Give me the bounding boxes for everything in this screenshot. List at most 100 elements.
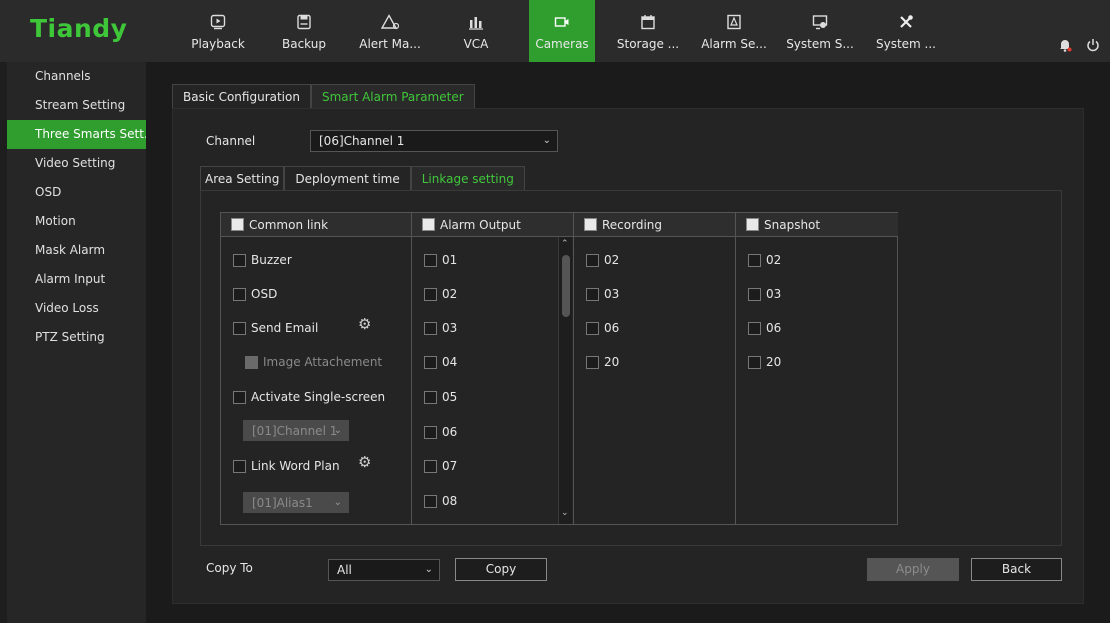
word-plan-label: Link Word Plan [251,459,340,473]
snapshot-checkbox[interactable] [748,287,761,301]
channel-select[interactable]: [06]Channel 1 ⌄ [310,130,558,152]
column-alarm-output: Alarm Output 01 02 03 04 05 06 07 08 ⌃ ⌄ [412,213,574,524]
single-screen-checkbox[interactable] [233,390,246,404]
sidebar-item-osd[interactable]: OSD [7,178,146,207]
snapshot-item: 06 [748,320,781,336]
send-email-checkbox[interactable] [233,321,246,335]
nav-alert-management[interactable]: Alert Ma... [347,0,433,62]
alarm-output-checkbox[interactable] [424,355,437,369]
select-all-alarm-output-checkbox[interactable] [422,218,435,231]
nav-playback[interactable]: Playback [175,0,261,62]
nav-alarm-settings[interactable]: Alarm Se... [691,0,777,62]
nav-system-settings[interactable]: System S... [777,0,863,62]
logo: Tiandy [30,14,128,43]
sidebar: Channels Stream Setting Three Smarts Set… [7,62,146,623]
sidebar-item-motion[interactable]: Motion [7,207,146,236]
chevron-up-icon[interactable]: ⌃ [561,239,569,249]
alarm-output-scrollbar[interactable]: ⌃ ⌄ [558,237,572,524]
recording-checkbox[interactable] [586,321,599,335]
single-screen-label: Activate Single-screen [251,390,386,404]
power-icon[interactable] [1086,38,1100,55]
copy-to-select[interactable]: All ⌄ [328,559,440,581]
nav-label: System S... [786,37,854,51]
single-screen-channel-value: [01]Channel 1 [252,424,338,438]
recording-item: 03 [586,286,619,302]
column-header: Common link [221,213,411,237]
alarm-output-item: 04 [424,354,457,370]
column-title: Alarm Output [440,217,521,232]
word-plan-alias-select[interactable]: [01]Alias1 ⌄ [243,492,349,513]
copy-button[interactable]: Copy [455,558,547,581]
nav-label: VCA [463,37,489,51]
vca-icon [468,11,484,33]
chevron-down-icon[interactable]: ⌄ [561,508,569,518]
snapshot-checkbox[interactable] [748,253,761,267]
recording-label: 02 [604,253,620,267]
recording-checkbox[interactable] [586,253,599,267]
buzzer-option: Buzzer [233,252,292,268]
sidebar-item-video-loss[interactable]: Video Loss [7,294,146,323]
alarm-output-checkbox[interactable] [424,287,437,301]
alarm-output-checkbox[interactable] [424,253,437,267]
buzzer-checkbox[interactable] [233,253,246,267]
sidebar-item-mask-alarm[interactable]: Mask Alarm [7,236,146,265]
select-all-common-checkbox[interactable] [231,218,244,231]
scrollbar-thumb[interactable] [562,255,570,317]
recording-checkbox[interactable] [586,355,599,369]
email-settings-gear-icon[interactable]: ⚙ [358,315,371,333]
storage-icon [640,11,656,33]
playback-icon [210,11,226,33]
sidebar-item-channels[interactable]: Channels [7,62,146,91]
chevron-down-icon: ⌄ [542,135,551,146]
snapshot-item: 03 [748,286,781,302]
nav-label: Backup [282,37,326,51]
nav-backup[interactable]: Backup [261,0,347,62]
nav-label: Playback [191,37,245,51]
sidebar-item-three-smarts-setting[interactable]: Three Smarts Sett... [7,120,146,149]
nav-cameras[interactable]: Cameras [529,0,595,62]
recording-checkbox[interactable] [586,287,599,301]
tab-area-setting[interactable]: Area Setting [200,166,285,191]
snapshot-checkbox[interactable] [748,355,761,369]
notification-bell-icon[interactable] [1058,38,1072,55]
channel-label: Channel [206,134,256,148]
alarm-output-checkbox[interactable] [424,390,437,404]
sidebar-item-stream-setting[interactable]: Stream Setting [7,91,146,120]
sidebar-item-alarm-input[interactable]: Alarm Input [7,265,146,294]
nav-vca[interactable]: VCA [433,0,519,62]
word-plan-checkbox[interactable] [233,459,246,473]
recording-label: 03 [604,287,620,301]
recording-label: 20 [604,355,620,369]
sidebar-item-ptz-setting[interactable]: PTZ Setting [7,323,146,352]
osd-checkbox[interactable] [233,287,246,301]
apply-button[interactable]: Apply [867,558,959,581]
snapshot-label: 03 [766,287,782,301]
nav-label: System ... [875,37,936,51]
nav-storage[interactable]: Storage ... [605,0,691,62]
alarm-output-checkbox[interactable] [424,321,437,335]
tab-deployment-time[interactable]: Deployment time [284,166,411,191]
image-attachment-checkbox[interactable] [245,355,258,369]
tab-linkage-setting[interactable]: Linkage setting [410,166,525,191]
recording-item: 02 [586,252,619,268]
tab-smart-alarm-parameter[interactable]: Smart Alarm Parameter [310,84,475,109]
alarm-output-checkbox[interactable] [424,425,437,439]
chevron-down-icon: ⌄ [333,425,342,436]
column-header: Recording [574,213,735,237]
single-screen-channel-select[interactable]: [01]Channel 1 ⌄ [243,420,349,441]
alarm-output-checkbox[interactable] [424,494,437,508]
main-nav: Playback Backup Alert Ma... VCA Cameras [175,0,949,62]
nav-system-maintenance[interactable]: System ... [863,0,949,62]
alarm-output-checkbox[interactable] [424,459,437,473]
snapshot-checkbox[interactable] [748,321,761,335]
image-attachment-option: Image Attachement [245,354,382,370]
sidebar-item-video-setting[interactable]: Video Setting [7,149,146,178]
select-all-recording-checkbox[interactable] [584,218,597,231]
copy-to-label: Copy To [206,561,253,575]
word-plan-settings-gear-icon[interactable]: ⚙ [358,453,371,471]
select-all-snapshot-checkbox[interactable] [746,218,759,231]
back-button[interactable]: Back [971,558,1062,581]
osd-option: OSD [233,286,277,302]
tab-basic-configuration[interactable]: Basic Configuration [172,84,311,109]
alarm-output-item: 05 [424,389,457,405]
